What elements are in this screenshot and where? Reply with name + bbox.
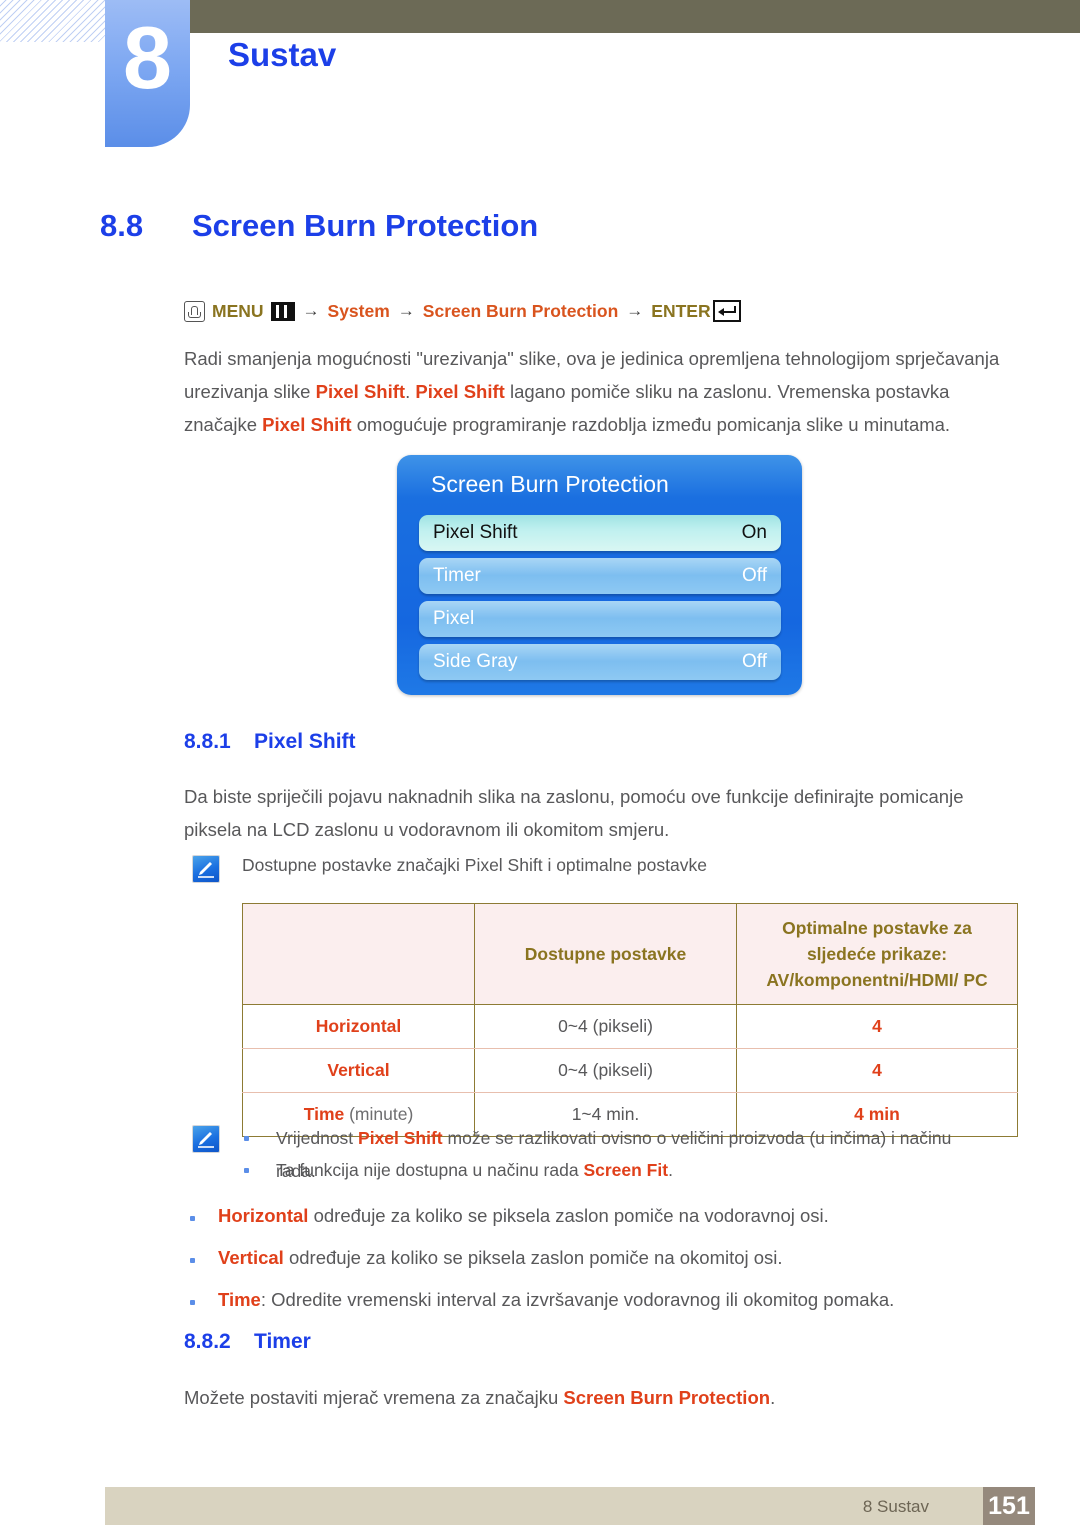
table-cell-key: Vertical <box>242 1048 475 1093</box>
arrow-icon-2: → <box>397 301 415 320</box>
subsection-heading-pixel-shift: 8.8.1 Pixel Shift <box>184 730 356 754</box>
header-olive-bar <box>190 0 1080 33</box>
osd-row-timer[interactable]: Timer Off <box>419 558 781 594</box>
osd-row-side-gray[interactable]: Side Gray Off <box>419 644 781 680</box>
timer-text-a: Možete postaviti mjerač vremena za znača… <box>184 1387 564 1408</box>
note-bullet-text-a: Ta funkcija nije dostupna u načinu rada <box>276 1160 584 1180</box>
arrow-icon-1: → <box>302 301 320 320</box>
chapter-number: 8 <box>123 8 172 107</box>
bullet-highlight: Time <box>218 1289 261 1310</box>
section-number: 8.8 <box>100 208 144 243</box>
enter-return-icon <box>712 300 741 322</box>
chapter-tab: 8 <box>105 0 190 147</box>
table-cell-optimal: 4 <box>736 1004 1018 1049</box>
section-title-text: Screen Burn Protection <box>192 208 539 243</box>
table-cell-available: 0~4 (pikseli) <box>474 1048 737 1093</box>
menu-label: MENU <box>212 300 264 321</box>
bullet-item-time: Time: Odredite vremenski interval za izv… <box>218 1283 1008 1316</box>
timer-paragraph: Možete postaviti mjerač vremena za znača… <box>184 1381 1014 1414</box>
subsection-title: Pixel Shift <box>254 730 356 753</box>
table-cell-key-text: Horizontal <box>315 1016 402 1036</box>
subsection-number: 8.8.1 <box>184 730 231 753</box>
table-row: Horizontal 0~4 (pikseli) 4 <box>242 1004 1018 1049</box>
osd-row-value: Off <box>742 651 767 672</box>
menu-path: MENU → System → Screen Burn Protection → ENTER <box>184 300 741 322</box>
osd-row-label: Pixel <box>433 608 475 629</box>
footer-page-number: 151 <box>983 1487 1035 1525</box>
table-header-cell-blank <box>242 903 475 1005</box>
table-row: Vertical 0~4 (pikseli) 4 <box>242 1048 1018 1093</box>
hand-click-icon <box>184 300 205 322</box>
osd-row-pixel[interactable]: Pixel <box>419 601 781 637</box>
arrow-icon-3: → <box>626 301 644 320</box>
page-header: 8 Sustav <box>0 0 1080 150</box>
bullet-marker <box>190 1216 195 1221</box>
decorative-hatch-pattern <box>0 0 106 42</box>
table-header-row: Dostupne postavke Optimalne postavke za … <box>242 903 1018 1005</box>
note-bullet-highlight: Pixel Shift <box>358 1128 443 1148</box>
table-cell-available: 0~4 (pikseli) <box>474 1004 737 1049</box>
osd-row-value: On <box>741 522 767 543</box>
osd-row-pixel-shift[interactable]: Pixel Shift On <box>419 515 781 551</box>
table-cell-key-text: Vertical <box>327 1060 390 1080</box>
table-cell-optimal: 4 <box>736 1048 1018 1093</box>
pixel-shift-paragraph: Da biste spriječili pojavu naknadnih sli… <box>184 786 964 840</box>
osd-title: Screen Burn Protection <box>431 471 669 497</box>
osd-row-label: Side Gray <box>433 651 518 672</box>
menu-path-item-system: System <box>327 300 390 321</box>
osd-row-label: Timer <box>433 565 481 586</box>
note-bullet-highlight: Screen Fit <box>583 1160 669 1180</box>
enter-label: ENTER <box>651 300 711 321</box>
table-cell-key-text: Time <box>303 1104 345 1124</box>
bullet-text: određuje za koliko se piksela zaslon pom… <box>283 1247 783 1268</box>
timer-highlight: Screen Burn Protection <box>563 1387 771 1408</box>
note-bullet-text-b: . <box>668 1160 673 1180</box>
intro-highlight-3: Pixel Shift <box>262 414 352 435</box>
bullet-text: određuje za koliko se piksela zaslon pom… <box>308 1205 829 1226</box>
bullet-item-vertical: Vertical određuje za koliko se piksela z… <box>218 1241 1008 1274</box>
intro-highlight-1: Pixel Shift <box>315 381 406 402</box>
intro-text-b: . <box>405 381 416 402</box>
intro-text-d: omogućuje programiranje razdoblja između… <box>351 414 951 435</box>
settings-table: Dostupne postavke Optimalne postavke za … <box>242 903 1018 1137</box>
subsection-heading-timer: 8.8.2 Timer <box>184 1330 311 1354</box>
osd-row-value: Off <box>742 565 767 586</box>
bullet-marker <box>190 1258 195 1263</box>
note-bullet-text-a: Vrijednost <box>276 1128 359 1148</box>
table-header-cell-optimal: Optimalne postavke za sljedeće prikaze: … <box>736 903 1018 1005</box>
note-text-available-settings: Dostupne postavke značajki Pixel Shift i… <box>242 855 707 875</box>
bullet-highlight: Horizontal <box>218 1205 309 1226</box>
timer-text-b: . <box>770 1387 776 1408</box>
bullet-marker <box>244 1168 249 1173</box>
bullet-text: : Odredite vremenski interval za izvršav… <box>260 1289 895 1310</box>
bullet-highlight: Vertical <box>218 1247 284 1268</box>
bullet-marker <box>190 1300 195 1305</box>
menu-path-item-screen-burn-protection: Screen Burn Protection <box>422 300 619 321</box>
intro-highlight-2: Pixel Shift <box>415 381 505 402</box>
intro-paragraph: Radi smanjenja mogućnosti "urezivanja" s… <box>184 342 1004 441</box>
page-footer: 8 Sustav 151 <box>105 1487 1035 1525</box>
table-header-cell-available: Dostupne postavke <box>474 903 737 1005</box>
subsection-title: Timer <box>254 1330 311 1353</box>
table-cell-key-sub: (minute) <box>344 1104 414 1124</box>
chapter-title: Sustav <box>228 36 337 73</box>
section-title: 8.8 Screen Burn Protection <box>100 208 538 244</box>
table-cell-key: Horizontal <box>242 1004 475 1049</box>
bullet-marker <box>244 1136 249 1141</box>
menu-bars-icon <box>270 301 295 321</box>
note-pencil-icon <box>192 1125 220 1153</box>
footer-chapter-label: 8 Sustav <box>862 1497 929 1516</box>
note-bullet-item: Ta funkcija nije dostupna u načinu rada … <box>276 1154 996 1187</box>
bullet-item-horizontal: Horizontal određuje za koliko se piksela… <box>218 1199 1008 1232</box>
osd-menu-figure: Screen Burn Protection Pixel Shift On Ti… <box>397 455 802 695</box>
note-pencil-icon <box>192 855 220 883</box>
subsection-number: 8.8.2 <box>184 1330 231 1353</box>
osd-row-label: Pixel Shift <box>433 522 518 543</box>
